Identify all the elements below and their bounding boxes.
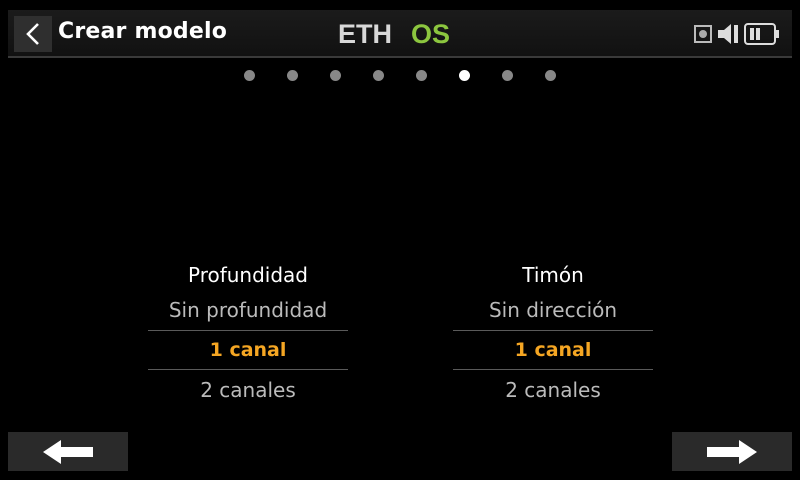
next-button[interactable] — [672, 432, 792, 471]
logo-text-os: OS — [411, 20, 450, 48]
arrow-right-icon — [707, 440, 757, 464]
record-icon — [694, 25, 712, 43]
back-button[interactable] — [14, 16, 52, 52]
page-dot — [330, 70, 341, 81]
status-icons — [694, 21, 780, 47]
page-dot — [416, 70, 427, 81]
elevator-option-2-channels[interactable]: 2 canales — [148, 370, 348, 410]
page-dot-active — [459, 70, 470, 81]
ethos-logo: ETH OS — [338, 20, 450, 48]
page-dot — [545, 70, 556, 81]
rudder-heading: Timón — [522, 263, 584, 287]
battery-icon — [744, 23, 779, 45]
page-title: Crear modelo — [58, 19, 228, 44]
page-dot — [287, 70, 298, 81]
rudder-option-1-channel[interactable]: 1 canal — [453, 330, 653, 370]
top-bar: Crear modelo ETH OS — [8, 10, 792, 58]
page-indicator — [0, 70, 800, 82]
page-dot — [502, 70, 513, 81]
elevator-option-1-channel[interactable]: 1 canal — [148, 330, 348, 370]
arrow-left-icon — [43, 440, 93, 464]
rudder-picker: Timón Sin dirección 1 canal 2 canales — [453, 260, 653, 410]
rudder-option-2-channels[interactable]: 2 canales — [453, 370, 653, 410]
elevator-option-none[interactable]: Sin profundidad — [148, 290, 348, 330]
volume-icon — [718, 24, 738, 44]
elevator-picker: Profundidad Sin profundidad 1 canal 2 ca… — [148, 260, 348, 410]
page-dot — [373, 70, 384, 81]
back-icon — [26, 23, 39, 45]
previous-button[interactable] — [8, 432, 128, 471]
logo-text-eth: ETH — [338, 20, 392, 48]
page-dot — [244, 70, 255, 81]
rudder-option-none[interactable]: Sin dirección — [453, 290, 653, 330]
elevator-heading: Profundidad — [187, 263, 309, 287]
